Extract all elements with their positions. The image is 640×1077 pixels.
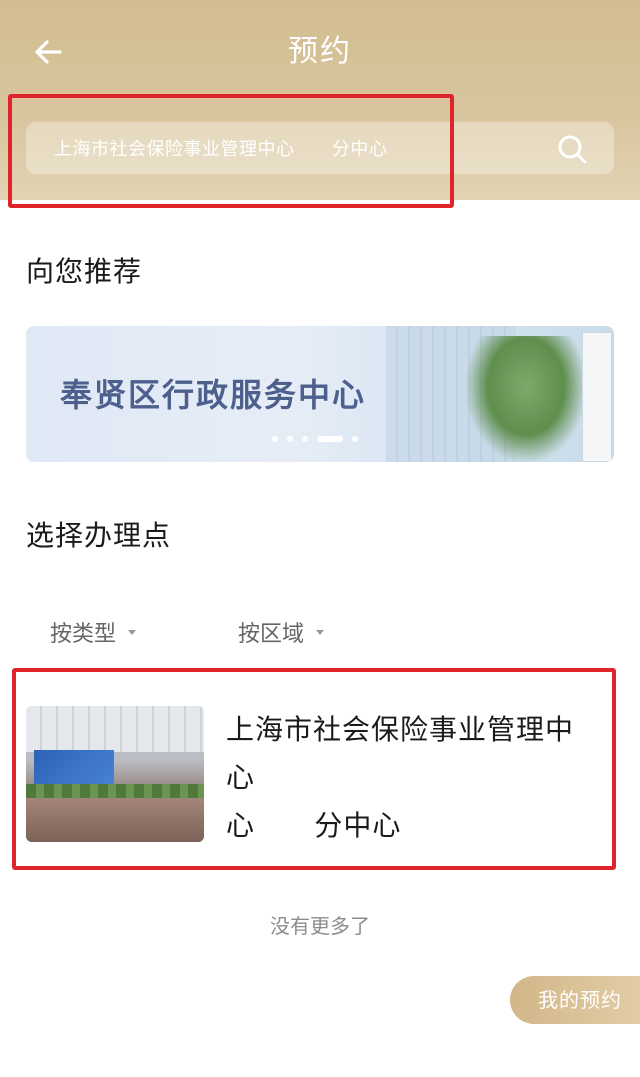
photo-plants (26, 784, 204, 798)
photo-floor (26, 798, 204, 842)
service-point-name[interactable]: 上海市社会保险事业管理中心 心 分中心 (226, 706, 596, 850)
carousel-dot[interactable] (287, 436, 293, 442)
filter-label: 按区域 (238, 622, 305, 647)
list-end-text: 没有更多了 (270, 914, 370, 938)
photo-ceiling (26, 706, 204, 752)
caret-down-icon (128, 629, 137, 635)
carousel-dot[interactable] (352, 436, 358, 442)
search-bar[interactable]: 上海市社会保险事业管理中心 分中心 (26, 122, 614, 174)
carousel-dot[interactable] (302, 436, 308, 442)
filter-by-region[interactable]: 按区域 (238, 616, 325, 648)
banner-title: 奉贤区行政服务中心 (60, 376, 367, 414)
filter-by-type[interactable]: 按类型 (50, 616, 137, 648)
search-button[interactable] (556, 133, 588, 165)
search-icon (558, 135, 587, 164)
banner-tree-graphic (466, 336, 586, 462)
my-booking-button[interactable]: 我的预约 (510, 976, 640, 1024)
carousel-dots (272, 436, 358, 442)
select-point-heading: 选择办理点 (26, 519, 172, 552)
service-point-photo[interactable] (26, 706, 204, 842)
carousel-dot-active[interactable] (317, 436, 343, 442)
banner-sign-graphic (582, 332, 612, 462)
caret-down-icon (316, 629, 325, 635)
carousel-dot[interactable] (272, 436, 278, 442)
search-input-text[interactable]: 上海市社会保险事业管理中心 分中心 (54, 135, 387, 161)
page-title: 预约 (288, 34, 352, 69)
recommend-heading: 向您推荐 (26, 255, 143, 288)
header-bar: 预约 上海市社会保险事业管理中心 分中心 (0, 0, 640, 200)
filter-label: 按类型 (50, 622, 117, 647)
